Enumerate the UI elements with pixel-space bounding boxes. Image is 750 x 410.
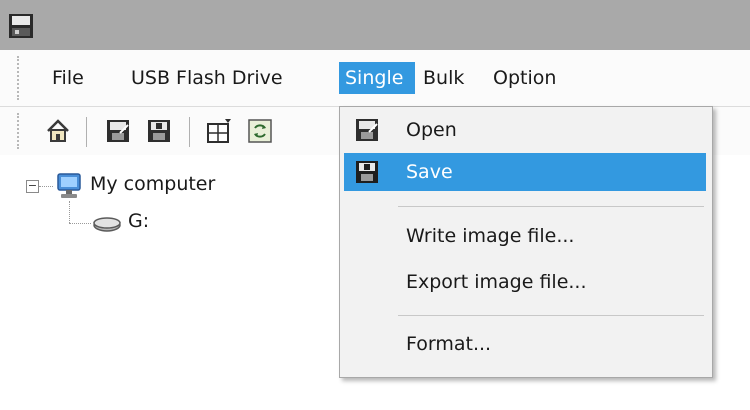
menu-item-save-label: Save [406,161,453,183]
menu-option[interactable]: Option [487,62,562,94]
toolbar-separator [86,117,87,147]
menu-separator [398,206,704,207]
tree-item-drive-g[interactable]: G: [128,210,149,232]
tree-connector [39,186,53,187]
menu-item-format[interactable]: Format... [344,325,706,363]
tree-connector [69,223,91,224]
tree-collapse-toggle[interactable]: − [26,180,39,193]
menu-bar: File USB Flash Drive Single Bulk Option [0,50,750,107]
app-icon [9,14,33,38]
table-icon[interactable] [205,117,233,145]
menu-item-format-label: Format... [406,333,492,355]
tree-item-my-computer[interactable]: My computer [90,173,215,195]
save-disk-icon[interactable] [145,117,173,145]
menu-usb-flash-drive[interactable]: USB Flash Drive [125,62,289,94]
menu-single[interactable]: Single [339,62,415,94]
menu-item-write-image-label: Write image file... [406,225,575,247]
save-disk-icon [356,161,378,183]
menu-item-save[interactable]: Save [344,153,706,191]
menu-item-open-label: Open [406,119,457,141]
menu-separator [398,315,704,316]
toolbar-grip [17,113,19,149]
menu-item-open[interactable]: Open [344,111,706,149]
refresh-icon[interactable] [246,117,274,145]
toolbar-separator [189,117,190,147]
open-disk-icon [356,119,378,141]
menu-file[interactable]: File [46,62,90,94]
menu-bulk[interactable]: Bulk [417,62,470,94]
drive-icon [93,217,121,232]
menu-item-write-image-file[interactable]: Write image file... [344,217,706,255]
menu-item-export-image-file[interactable]: Export image file... [344,263,706,301]
menu-item-export-image-label: Export image file... [406,271,587,293]
tree-connector [69,201,70,223]
computer-icon [57,173,81,198]
home-icon[interactable] [44,117,72,145]
title-bar [0,0,750,50]
single-menu-dropdown: Open Save Write image file... Export ima… [339,106,713,378]
menubar-grip [17,56,19,100]
open-disk-icon[interactable] [104,117,132,145]
